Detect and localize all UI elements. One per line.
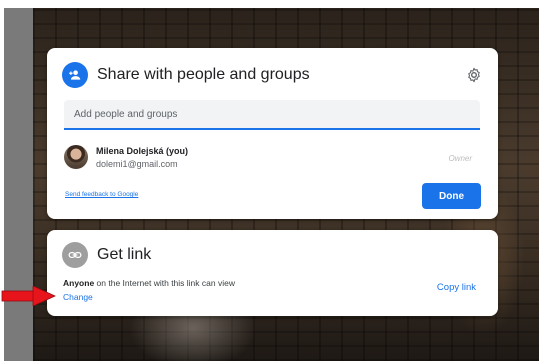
share-dialog-title: Share with people and groups — [97, 66, 310, 83]
copy-link-button[interactable]: Copy link — [437, 282, 476, 293]
get-link-dialog: Get link Anyone on the Internet with thi… — [47, 230, 498, 316]
link-access-detail: on the Internet with this link can view — [94, 278, 235, 288]
gear-icon[interactable] — [466, 67, 482, 83]
link-icon — [62, 242, 88, 268]
owner-role-label: Owner — [448, 154, 472, 163]
send-feedback-link[interactable]: Send feedback to Google — [65, 191, 138, 198]
done-button[interactable]: Done — [422, 183, 481, 209]
link-icon-glyph — [68, 252, 82, 258]
share-dialog: Share with people and groups Milena Dole… — [47, 48, 498, 219]
link-access-scope: Anyone — [63, 278, 95, 288]
person-email: dolemi1@gmail.com — [96, 159, 178, 169]
person-name: Milena Dolejská (you) — [96, 146, 189, 156]
link-access-description: Anyone on the Internet with this link ca… — [63, 278, 235, 288]
person-add-icon — [62, 62, 88, 88]
left-gray-strip — [4, 8, 33, 361]
change-link-button[interactable]: Change — [63, 292, 93, 302]
person-add-icon-glyph — [69, 70, 81, 80]
red-arrow-icon — [1, 286, 56, 306]
get-link-title: Get link — [97, 246, 152, 263]
add-people-input[interactable] — [64, 100, 480, 130]
avatar — [64, 145, 88, 169]
